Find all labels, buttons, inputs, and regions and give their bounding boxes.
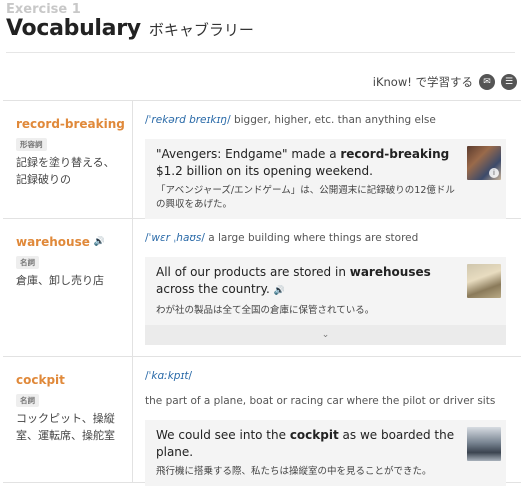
pos-badge: 名詞 [16, 256, 39, 269]
meaning-ja: 倉庫、卸し売り店 [16, 274, 104, 287]
vocab-word[interactable]: record-breaking [16, 117, 125, 131]
title-divider [6, 52, 515, 53]
example-sentence-en: We could see into the cockpit as we boar… [156, 428, 455, 459]
chevron-down-icon[interactable]: ⌄ [322, 330, 330, 340]
definition-cell: /ˈrekərd breɪkɪŋ/ bigger, higher, etc. t… [133, 101, 521, 219]
term-cell: warehouse 🔊 名詞 倉庫、卸し売り店 [3, 219, 133, 356]
definition-text: bigger, higher, etc. than anything else [233, 114, 436, 126]
vocab-row-warehouse: warehouse 🔊 名詞 倉庫、卸し売り店 /ˈwɛr ˌhaʊs/ a la… [3, 219, 521, 357]
example-thumbnail[interactable]: i [467, 146, 501, 180]
pos-badge: 形容詞 [16, 138, 47, 151]
chat-bubble-icon[interactable]: ✉ [479, 74, 495, 90]
example-thumbnail[interactable] [467, 264, 501, 298]
page-title: Vocabulary ボキャブラリー [6, 16, 254, 41]
example-sentence-ja: わが社の製品は全て全国の倉庫に保管されている。 [156, 305, 375, 316]
term-cell: record-breaking 形容詞 記録を塗り替える、記録破りの [3, 101, 133, 218]
vocab-word[interactable]: warehouse 🔊 [16, 235, 105, 249]
example-box: We could see into the cockpit as we boar… [145, 420, 506, 486]
expand-bar[interactable]: ⌄ [145, 325, 506, 345]
pos-badge: 名詞 [16, 394, 39, 407]
example-sentence-en: All of our products are stored in wareho… [156, 265, 431, 296]
speaker-icon[interactable]: 🔊 [274, 286, 285, 296]
add-list-icon[interactable]: ☰ [501, 74, 517, 90]
example-sentence-ja: 「アベンジャーズ/エンドゲーム」は、公開週末に記録破りの12億ドルの興収をあげた… [156, 185, 455, 210]
iknow-label: iKnow! で学習する [372, 75, 473, 89]
page-title-ja: ボキャブラリー [148, 21, 254, 39]
definition-cell: /ˈwɛr ˌhaʊs/ a large building where thin… [133, 219, 521, 356]
info-icon[interactable]: i [489, 168, 499, 178]
definition-text: a large building where things are stored [208, 232, 419, 244]
speaker-icon[interactable]: 🔊 [94, 237, 105, 247]
definition-line: /ˈrekərd breɪkɪŋ/ bigger, higher, etc. t… [145, 114, 436, 126]
vocab-row-record-breaking: record-breaking 形容詞 記録を塗り替える、記録破りの /ˈrek… [3, 101, 521, 219]
definition-line: /ˈkɑːkpɪt/ [145, 370, 193, 382]
meaning-ja: 記録を塗り替える、記録破りの [16, 156, 115, 186]
example-thumbnail[interactable] [467, 427, 501, 461]
definition-cell: /ˈkɑːkpɪt/ the part of a plane, boat or … [133, 357, 521, 486]
vocab-word[interactable]: cockpit [16, 373, 65, 387]
ipa: ˈrekərd breɪkɪŋ [148, 114, 228, 126]
ipa: ˈkɑːkpɪt [148, 370, 189, 382]
example-box: All of our products are stored in wareho… [145, 257, 506, 325]
ipa: ˈwɛr ˌhaʊs [148, 232, 202, 244]
example-sentence-en: "Avengers: Endgame" made a record-breaki… [156, 147, 450, 178]
definition-line: /ˈwɛr ˌhaʊs/ a large building where thin… [145, 232, 419, 244]
example-sentence-ja: 飛行機に搭乗する際、私たちは操縦室の中を見ることができた。 [156, 466, 432, 477]
exercise-label: Exercise 1 [6, 2, 81, 17]
iknow-study-link[interactable]: iKnow! で学習する ✉ ☰ [373, 74, 517, 90]
page-title-en: Vocabulary [6, 16, 141, 41]
meaning-ja: コックピット、操縦室、運転席、操舵室 [16, 412, 115, 442]
vocab-table: record-breaking 形容詞 記録を塗り替える、記録破りの /ˈrek… [3, 100, 521, 486]
definition-text: the part of a plane, boat or racing car … [145, 395, 496, 407]
vocab-row-cockpit: cockpit 名詞 コックピット、操縦室、運転席、操舵室 /ˈkɑːkpɪt/… [3, 357, 521, 486]
term-cell: cockpit 名詞 コックピット、操縦室、運転席、操舵室 [3, 357, 133, 482]
example-box: "Avengers: Endgame" made a record-breaki… [145, 139, 506, 219]
